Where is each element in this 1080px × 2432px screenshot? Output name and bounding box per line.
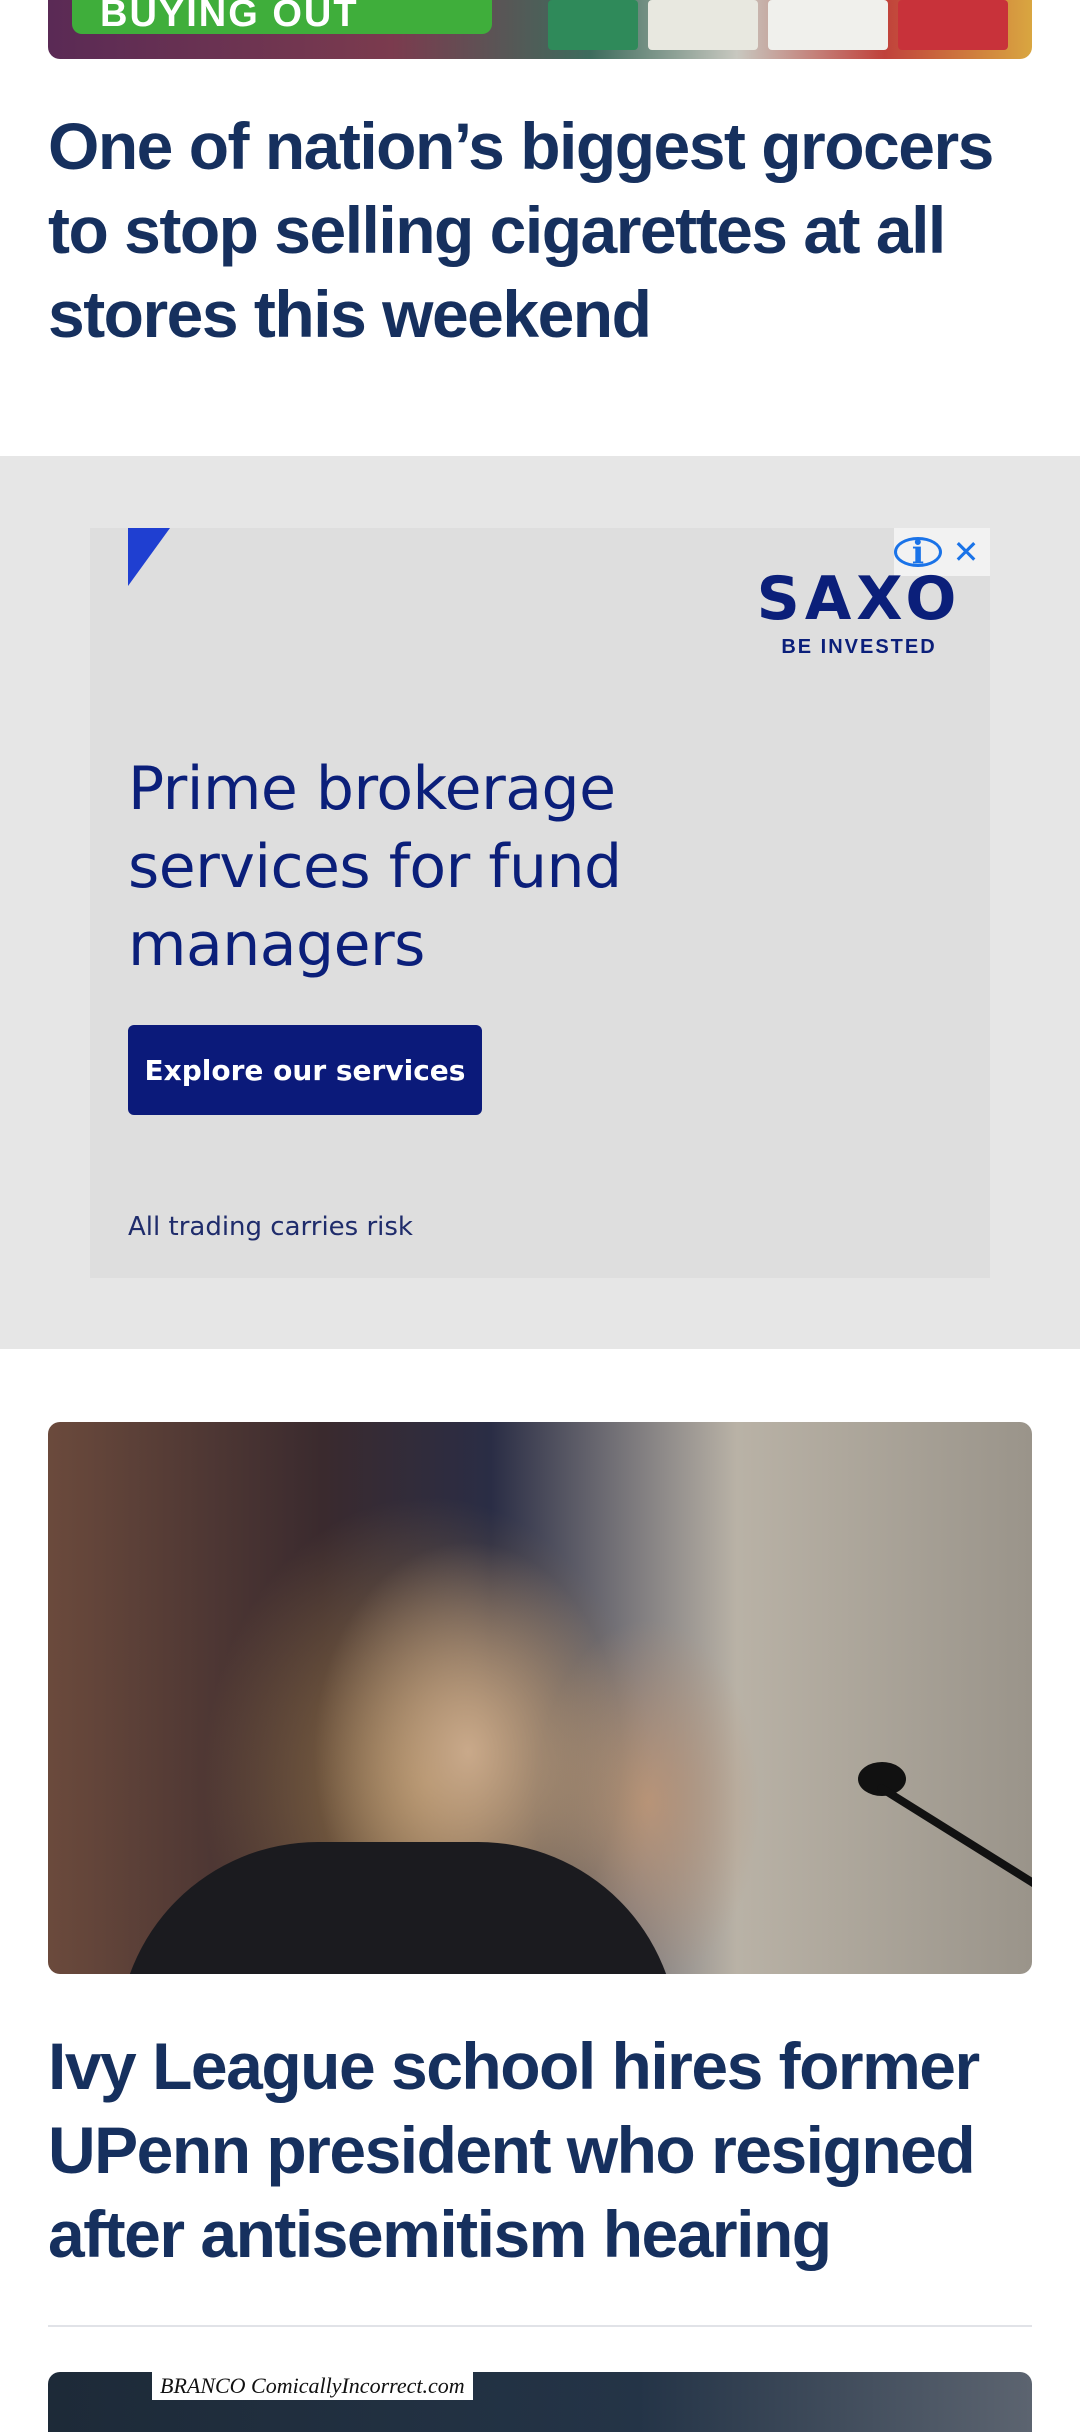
article-image-upenn[interactable] — [48, 1422, 1032, 1974]
photo-subject — [118, 1842, 678, 1974]
cigarette-pack — [648, 0, 758, 50]
microphone-stand — [875, 1782, 1032, 1917]
cigarette-pack — [768, 0, 888, 50]
explore-services-button[interactable]: Explore our services — [128, 1025, 482, 1115]
info-icon: i — [894, 536, 942, 568]
brand-logo: SAXO BE INVESTED — [746, 564, 972, 660]
divider — [48, 2325, 1032, 2327]
article-image-cartoon[interactable]: BRANCO ComicallyIncorrect.com — [48, 2372, 1032, 2432]
ad-section: i ✕ SAXO BE INVESTED Prime brokerage ser… — [0, 456, 1080, 1349]
article-headline[interactable]: Ivy League school hires former UPenn pre… — [48, 2024, 1028, 2276]
article-headline[interactable]: One of nation’s biggest grocers to stop … — [48, 104, 1028, 356]
brand-name: SAXO — [756, 564, 962, 634]
cigarette-pack — [548, 0, 638, 50]
ad-heading: Prime brokerage services for fund manage… — [128, 754, 622, 980]
ad-disclaimer: All trading carries risk — [128, 1212, 413, 1242]
ad-banner[interactable]: i ✕ SAXO BE INVESTED Prime brokerage ser… — [90, 528, 990, 1278]
brand-tagline: BE INVESTED — [781, 636, 937, 658]
cigarette-pack — [898, 0, 1008, 50]
article-image-cigarettes[interactable]: BUYING OUT — [48, 0, 1032, 59]
image-badge: BUYING OUT — [72, 0, 492, 34]
image-caption: BRANCO ComicallyIncorrect.com — [152, 2372, 473, 2400]
brand-accent-shape — [128, 528, 170, 586]
